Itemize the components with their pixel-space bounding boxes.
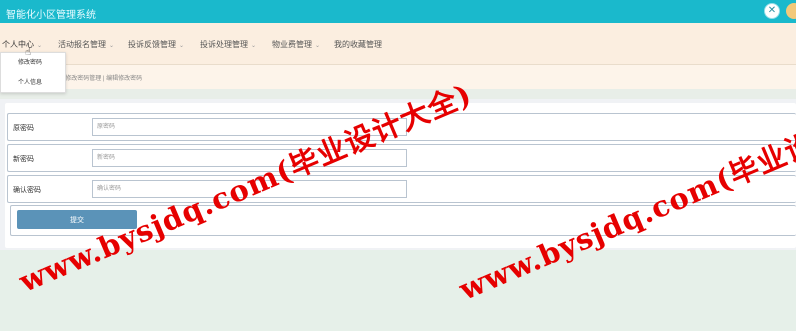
dropdown-item-personal-info[interactable]: 个人信息 bbox=[1, 73, 65, 93]
nav-item-my-favorites[interactable]: 我的收藏管理 bbox=[334, 39, 382, 50]
nav-item-complaint-handling[interactable]: 投诉处理管理 ⌄ bbox=[200, 39, 256, 50]
chevron-down-icon: ⌄ bbox=[37, 43, 43, 49]
nav-item-personal-center[interactable]: 个人中心 ⌄ bbox=[2, 39, 42, 50]
chevron-down-icon: ⌄ bbox=[315, 43, 321, 49]
main-nav: 个人中心 ⌄ 活动报名管理 ⌄ 投诉反馈管理 ⌄ 投诉处理管理 ⌄ 物业费管理 ⌄ 我的收… bbox=[0, 23, 796, 65]
breadcrumb: | 修改密码管理 | 编辑修改密码 bbox=[62, 76, 143, 82]
new-password-row: 新密码 bbox=[7, 144, 796, 172]
page-footer-area bbox=[0, 250, 796, 331]
nav-item-activity-signup[interactable]: 活动报名管理 ⌄ bbox=[58, 39, 114, 50]
chevron-down-icon: ⌄ bbox=[109, 43, 115, 49]
avatar[interactable] bbox=[786, 3, 796, 19]
chevron-down-icon: ⌄ bbox=[251, 43, 257, 49]
new-password-label: 新密码 bbox=[13, 156, 34, 163]
breadcrumb-bar: | 修改密码管理 | 编辑修改密码 bbox=[0, 65, 796, 89]
close-icon[interactable]: ✕ bbox=[764, 3, 780, 19]
old-password-label: 原密码 bbox=[13, 125, 34, 132]
nav-item-property-fee[interactable]: 物业费管理 ⌄ bbox=[272, 39, 320, 50]
nav-item-complaint-feedback[interactable]: 投诉反馈管理 ⌄ bbox=[128, 39, 184, 50]
top-header: 智能化小区管理系统 ✕ bbox=[0, 0, 796, 23]
dropdown-item-change-password[interactable]: 修改密码 bbox=[1, 53, 65, 73]
app-title: 智能化小区管理系统 bbox=[6, 10, 96, 21]
confirm-password-label: 确认密码 bbox=[13, 187, 41, 194]
personal-center-dropdown: 修改密码 个人信息 bbox=[0, 52, 66, 93]
hand-cursor-icon: ☝ bbox=[25, 47, 32, 58]
chevron-down-icon: ⌄ bbox=[179, 43, 185, 49]
